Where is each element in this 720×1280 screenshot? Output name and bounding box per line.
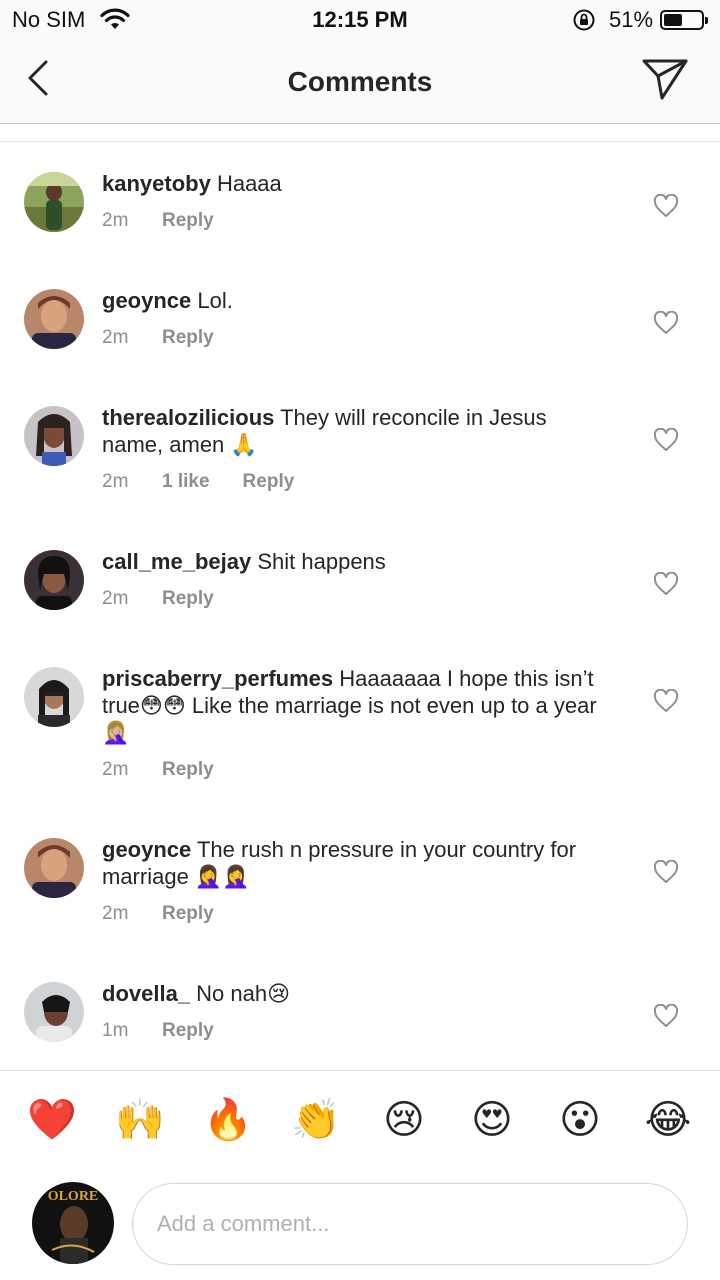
avatar[interactable] xyxy=(24,550,84,610)
heart-icon[interactable] xyxy=(653,310,679,335)
avatar[interactable] xyxy=(24,982,84,1042)
comment-meta: 2m Reply xyxy=(102,903,214,925)
reply-button[interactable]: Reply xyxy=(243,471,295,493)
emoji-surprised[interactable]: 😮 xyxy=(555,1095,605,1145)
avatar[interactable] xyxy=(24,667,84,727)
username[interactable]: geoynce xyxy=(102,288,191,313)
emoji-heart[interactable]: ❤️ xyxy=(27,1095,77,1145)
avatar[interactable] xyxy=(24,838,84,898)
battery-icon xyxy=(660,10,708,30)
heart-icon[interactable] xyxy=(653,427,679,452)
comment-time: 2m xyxy=(102,759,129,780)
comment-text: geoynce The rush n pressure in your coun… xyxy=(102,836,602,890)
comment-message: Haaaa xyxy=(216,171,282,196)
comment-time: 2m xyxy=(102,903,129,924)
emoji-fire[interactable]: 🔥 xyxy=(203,1095,253,1145)
comment-message: No nah😢 xyxy=(196,981,291,1006)
reply-button[interactable]: Reply xyxy=(162,759,214,781)
paper-plane-icon[interactable] xyxy=(640,56,690,102)
divider xyxy=(0,1070,720,1071)
comment-meta: 1m Reply xyxy=(102,1020,214,1042)
page-title: Comments xyxy=(287,66,433,97)
username[interactable]: kanyetoby xyxy=(102,171,211,196)
reply-button[interactable]: Reply xyxy=(162,210,214,232)
carrier-label: No SIM xyxy=(12,7,86,32)
comment-message: Shit happens xyxy=(257,549,386,574)
username[interactable]: priscaberry_perfumes xyxy=(102,666,333,691)
reply-button[interactable]: Reply xyxy=(162,1020,214,1042)
username[interactable]: dovella_ xyxy=(102,981,190,1006)
avatar-logo-text: OLORE xyxy=(48,1189,99,1204)
rotation-lock-icon xyxy=(572,8,596,37)
avatar[interactable] xyxy=(24,406,84,466)
emoji-clap[interactable]: 👏 xyxy=(291,1095,341,1145)
comment-text: therealozilicious They will reconcile in… xyxy=(102,404,602,458)
avatar[interactable] xyxy=(24,172,84,232)
like-count[interactable]: 1 like xyxy=(162,471,210,493)
comment-meta: 2m Reply xyxy=(102,327,214,349)
comment-text: dovella_ No nah😢 xyxy=(102,980,602,1007)
divider xyxy=(0,141,720,142)
emoji-raised-hands[interactable]: 🙌 xyxy=(115,1095,165,1145)
reply-button[interactable]: Reply xyxy=(162,903,214,925)
battery-percent: 51% xyxy=(609,7,654,32)
comment-message: Lol. xyxy=(197,288,233,313)
comment-text: call_me_bejay Shit happens xyxy=(102,548,602,575)
comment-time: 2m xyxy=(102,210,129,231)
heart-icon[interactable] xyxy=(653,688,679,713)
wifi-icon xyxy=(100,8,130,37)
emoji-crying[interactable]: 😢 xyxy=(379,1095,429,1145)
comment-meta: 2m 1 like Reply xyxy=(102,471,294,493)
comment-meta: 2m Reply xyxy=(102,210,214,232)
current-user-avatar[interactable]: OLORE xyxy=(32,1182,114,1264)
comment-text: priscaberry_perfumes Haaaaaaa I hope thi… xyxy=(102,665,602,746)
nav-bar: Comments xyxy=(0,40,720,124)
reply-button[interactable]: Reply xyxy=(162,327,214,349)
reply-button[interactable]: Reply xyxy=(162,588,214,610)
status-bar: No SIM 12:15 PM 51% xyxy=(0,0,720,40)
comment-text: kanyetoby Haaaa xyxy=(102,170,602,197)
heart-icon[interactable] xyxy=(653,859,679,884)
heart-icon[interactable] xyxy=(653,1003,679,1028)
heart-icon[interactable] xyxy=(653,193,679,218)
username[interactable]: geoynce xyxy=(102,837,191,862)
comment-text: geoynce Lol. xyxy=(102,287,602,314)
comment-time: 2m xyxy=(102,327,129,348)
username[interactable]: therealozilicious xyxy=(102,405,274,430)
emoji-heart-eyes[interactable]: 😍 xyxy=(467,1095,517,1145)
comment-input[interactable] xyxy=(132,1183,688,1265)
comment-time: 2m xyxy=(102,471,129,492)
comment-time: 1m xyxy=(102,1020,129,1041)
avatar[interactable] xyxy=(24,289,84,349)
comment-meta: 2m Reply xyxy=(102,588,214,610)
heart-icon[interactable] xyxy=(653,571,679,596)
comment-time: 2m xyxy=(102,588,129,609)
emoji-laughing[interactable]: 😂 xyxy=(643,1095,693,1145)
chevron-left-icon[interactable] xyxy=(20,58,60,98)
comment-meta: 2m Reply xyxy=(102,759,214,781)
emoji-bar: ❤️ 🙌 🔥 👏 😢 😍 😮 😂 xyxy=(0,1095,720,1155)
username[interactable]: call_me_bejay xyxy=(102,549,251,574)
